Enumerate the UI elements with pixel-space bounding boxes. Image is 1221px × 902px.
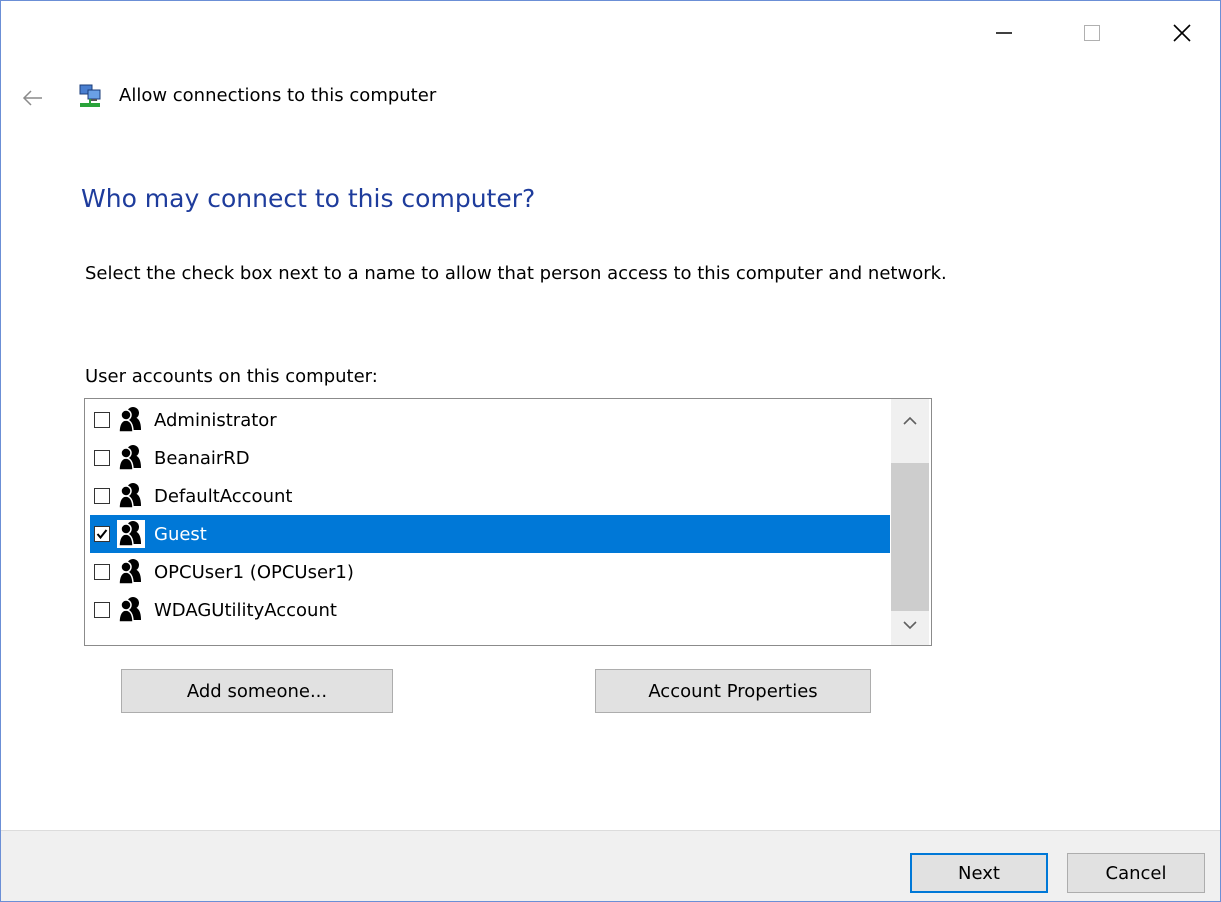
user-account-icon <box>116 519 146 549</box>
list-item[interactable]: OPCUser1 (OPCUser1) <box>90 553 890 591</box>
list-item[interactable]: Guest <box>90 515 890 553</box>
back-button[interactable] <box>15 83 51 113</box>
network-connections-icon <box>79 84 101 107</box>
next-button[interactable]: Next <box>910 853 1048 893</box>
account-checkbox[interactable] <box>94 602 110 618</box>
list-scrollbar[interactable] <box>891 399 929 645</box>
list-item[interactable]: Administrator <box>90 401 890 439</box>
account-name: BeanairRD <box>154 447 250 469</box>
account-name: Guest <box>154 523 207 545</box>
scroll-down-button[interactable] <box>891 605 929 645</box>
user-account-icon <box>116 405 146 435</box>
dialog-footer: Next Cancel <box>1 830 1220 901</box>
user-list-label: User accounts on this computer: <box>85 366 378 387</box>
scroll-thumb[interactable] <box>891 463 929 611</box>
chevron-up-icon <box>903 416 917 425</box>
account-checkbox[interactable] <box>94 526 110 542</box>
chevron-down-icon <box>903 621 917 630</box>
account-name: WDAGUtilityAccount <box>154 599 337 621</box>
user-account-icon <box>116 557 146 587</box>
back-arrow-icon <box>22 90 42 106</box>
cancel-button[interactable]: Cancel <box>1067 853 1205 893</box>
scroll-up-button[interactable] <box>891 401 929 441</box>
account-name: Administrator <box>154 409 277 431</box>
page-heading: Who may connect to this computer? <box>81 184 536 213</box>
window-title: Allow connections to this computer <box>119 85 437 106</box>
user-account-icon <box>116 443 146 473</box>
user-account-icon <box>116 481 146 511</box>
list-item[interactable]: DefaultAccount <box>90 477 890 515</box>
user-account-icon <box>116 595 146 625</box>
list-item[interactable]: WDAGUtilityAccount <box>90 591 890 629</box>
maximize-button[interactable] <box>1069 13 1115 53</box>
account-name: OPCUser1 (OPCUser1) <box>154 561 354 583</box>
close-button[interactable] <box>1159 13 1205 53</box>
account-checkbox[interactable] <box>94 564 110 580</box>
close-icon <box>1173 24 1191 42</box>
account-properties-button[interactable]: Account Properties <box>595 669 871 713</box>
instructions-text: Select the check box next to a name to a… <box>85 263 947 284</box>
minimize-icon <box>996 32 1012 34</box>
minimize-button[interactable] <box>981 13 1027 53</box>
dialog-window: Allow connections to this computer Who m… <box>0 0 1221 902</box>
add-someone-button[interactable]: Add someone... <box>121 669 393 713</box>
account-checkbox[interactable] <box>94 412 110 428</box>
user-accounts-list[interactable]: Administrator BeanairRD DefaultAccount Gues… <box>84 398 932 646</box>
account-checkbox[interactable] <box>94 488 110 504</box>
list-item[interactable]: BeanairRD <box>90 439 890 477</box>
account-name: DefaultAccount <box>154 485 293 507</box>
maximize-icon <box>1084 25 1100 41</box>
account-checkbox[interactable] <box>94 450 110 466</box>
